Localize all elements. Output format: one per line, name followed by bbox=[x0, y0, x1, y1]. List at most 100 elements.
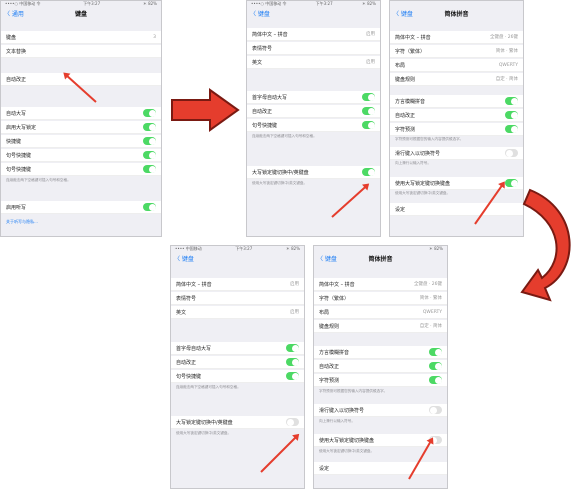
pointer-arrow bbox=[260, 434, 299, 473]
pinyin-row[interactable]: 简体中文 – 拼音 全键盘 · 26键 bbox=[314, 278, 447, 291]
toggle-switch[interactable] bbox=[429, 362, 442, 370]
caps-lock-row: 启用大写锁定 bbox=[1, 121, 161, 134]
toggle-switch[interactable] bbox=[143, 165, 156, 173]
nav-bar: 〈 通用 键盘 bbox=[1, 8, 161, 19]
auto-correct-row: 自动改正 bbox=[390, 109, 523, 122]
auto-correct-row: 自动改正 bbox=[247, 105, 380, 118]
phone-screen-keyboard-options-2: •••• 中国移动 下午3:27 ＊ 82% 〈 键盘 简体中文 – 拼音 启用 表情… bbox=[170, 245, 305, 489]
battery-label: ＊ 82% bbox=[142, 1, 157, 6]
rules-row[interactable]: 键盘规则 自定 · 简体 bbox=[314, 320, 447, 333]
footnote: 向上滑行以输入符号。 bbox=[319, 419, 355, 423]
footnote: 连续敲击两下空格键可插入句号和空格。 bbox=[252, 134, 317, 138]
settings-row[interactable]: 设定 bbox=[390, 203, 523, 216]
phone-screen-keyboard-options: ••••○ 中国移动 令下午3:27 ＊ 82% 〈 键盘 简体中文 – 拼音 启用… bbox=[246, 0, 381, 237]
fuzzy-row: 方言模糊拼音 bbox=[390, 95, 523, 108]
curved-arrow-icon bbox=[520, 188, 571, 302]
toggle-switch[interactable] bbox=[143, 203, 156, 211]
toggle-switch[interactable] bbox=[362, 168, 375, 176]
phone-screen-pinyin-settings-2: ＊ 82% 〈 键盘 简体拼音 简体中文 – 拼音 全键盘 · 26键 字符（繁体）… bbox=[313, 245, 448, 489]
back-button[interactable]: 〈 键盘 bbox=[250, 9, 270, 18]
pinyin-row[interactable]: 简体中文 – 拼音 启用 bbox=[247, 28, 380, 41]
dictation-row: 启用听写 bbox=[1, 201, 161, 214]
footnote: 连续敲击两下空格键可插入句号和空格。 bbox=[176, 385, 241, 389]
auto-cap-row: 首字母自动大写 bbox=[171, 342, 304, 355]
fuzzy-row: 方言模糊拼音 bbox=[314, 346, 447, 359]
emoji-row[interactable]: 表情符号 bbox=[247, 42, 380, 55]
toggle-switch[interactable] bbox=[429, 376, 442, 384]
arrow-right-icon bbox=[171, 88, 240, 132]
auto-correct-row: 自动改正 bbox=[171, 356, 304, 369]
pinyin-row[interactable]: 简体中文 – 拼音 启用 bbox=[171, 278, 304, 291]
status-bar: ••••○ 中国移动 令下午3:27 ＊ 82% bbox=[251, 1, 376, 6]
auto-correct-row: 自动改正 bbox=[1, 73, 161, 86]
auto-cap-row: 自动大写 bbox=[1, 107, 161, 120]
footnote: 使用大写锁定键切换中/英文键盘。 bbox=[176, 431, 232, 435]
page-title: 简体拼音 bbox=[444, 11, 469, 18]
settings-row[interactable]: 设定 bbox=[314, 462, 447, 475]
period-shortcut-row: 句号快捷键 bbox=[1, 163, 161, 176]
toggle-switch[interactable] bbox=[362, 121, 375, 129]
toggle-switch[interactable] bbox=[362, 93, 375, 101]
toggle-switch[interactable] bbox=[362, 107, 375, 115]
phone-screen-pinyin-settings: 〈 键盘 简体拼音 简体中文 – 拼音 全键盘 · 26键 字符（繁体） 简体 · 繁… bbox=[389, 0, 524, 237]
period-shortcut-row: 句号快捷键 bbox=[171, 370, 304, 383]
toggle-switch[interactable] bbox=[286, 418, 299, 426]
layout-row[interactable]: 布局 QWERTY bbox=[314, 306, 447, 319]
english-row[interactable]: 英文 启用 bbox=[171, 306, 304, 319]
toggle-switch[interactable] bbox=[286, 344, 299, 352]
pointer-arrow bbox=[331, 184, 369, 218]
toggle-switch[interactable] bbox=[143, 109, 156, 117]
footnote: 字符预测可根据您的输入内容提供候选字。 bbox=[395, 137, 464, 141]
page-title: 简体拼音 bbox=[368, 256, 393, 263]
nav-bar: 〈 键盘 简体拼音 bbox=[390, 8, 523, 19]
back-button[interactable]: 〈 键盘 bbox=[174, 254, 194, 263]
layout-row[interactable]: 布局 QWERTY bbox=[390, 59, 523, 72]
predictive-row: 句号快捷键 bbox=[1, 149, 161, 162]
swipe-row: 滑行键入以切换符号 bbox=[314, 404, 447, 417]
charset-row[interactable]: 字符（繁体） 简体 · 繁体 bbox=[314, 292, 447, 305]
toggle-switch[interactable] bbox=[429, 348, 442, 356]
toggle-switch[interactable] bbox=[505, 125, 518, 133]
emoji-row[interactable]: 表情符号 bbox=[171, 292, 304, 305]
phone-screen-keyboard-settings: ••••○ 中国移动 令下午3:27 ＊ 82% 〈 通用 键盘 键盘 3 文本替换 … bbox=[0, 0, 162, 237]
nav-bar: 〈 键盘 bbox=[171, 253, 304, 264]
toggle-switch[interactable] bbox=[143, 137, 156, 145]
auto-cap-row: 首字母自动大写 bbox=[247, 91, 380, 104]
charset-row[interactable]: 字符（繁体） 简体 · 繁体 bbox=[390, 45, 523, 58]
rules-row[interactable]: 键盘规则 自定 · 简体 bbox=[390, 73, 523, 86]
footnote: 连续敲击两下空格键可插入句号和空格。 bbox=[6, 178, 71, 182]
caps-lock-switch-row: 大写锁定键切换中/英键盘 bbox=[247, 166, 380, 179]
english-row[interactable]: 英文 启用 bbox=[247, 56, 380, 69]
footnote: 使用大写锁定键切换中/英文键盘。 bbox=[252, 181, 308, 185]
nav-bar: 〈 键盘 bbox=[247, 8, 380, 19]
dictation-privacy-link[interactable]: 关于听写与隐私… bbox=[6, 219, 38, 225]
status-bar: ••••○ 中国移动 令 下午3:27 ＊ 82% bbox=[1, 1, 161, 8]
clock-label: 下午3:27 bbox=[83, 1, 101, 6]
toggle-switch[interactable] bbox=[505, 149, 518, 157]
nav-bar: 〈 键盘 简体拼音 bbox=[314, 253, 447, 264]
pinyin-row[interactable]: 简体中文 – 拼音 全键盘 · 26键 bbox=[390, 31, 523, 44]
predict-row: 字符预测 bbox=[314, 374, 447, 387]
status-bar: ＊ 82% bbox=[428, 246, 443, 251]
toggle-switch[interactable] bbox=[505, 111, 518, 119]
toggle-switch[interactable] bbox=[143, 151, 156, 159]
predict-row: 字符预测 bbox=[390, 123, 523, 136]
toggle-switch[interactable] bbox=[286, 358, 299, 366]
caps-lock-switch-row: 大写锁定键切换中/英键盘 bbox=[171, 416, 304, 429]
page-title: 键盘 bbox=[74, 11, 87, 18]
toggle-switch[interactable] bbox=[286, 372, 299, 380]
footnote: 使用大写锁定键切换中/英文键盘。 bbox=[395, 191, 451, 195]
keyboards-row[interactable]: 键盘 3 bbox=[1, 31, 161, 44]
auto-correct-row: 自动改正 bbox=[314, 360, 447, 373]
shortcuts-row: 快捷键 bbox=[1, 135, 161, 148]
period-shortcut-row: 句号快捷键 bbox=[247, 119, 380, 132]
swipe-row: 滑行键入以切换符号 bbox=[390, 147, 523, 160]
footnote: 字符预测可根据您的输入内容提供候选字。 bbox=[319, 389, 388, 393]
carrier-label: ••••○ 中国移动 令 bbox=[5, 1, 41, 6]
status-bar: •••• 中国移动 下午3:27 ＊ 82% bbox=[175, 246, 300, 251]
text-replacement-row[interactable]: 文本替换 bbox=[1, 45, 161, 58]
toggle-switch[interactable] bbox=[429, 406, 442, 414]
toggle-switch[interactable] bbox=[505, 97, 518, 105]
toggle-switch[interactable] bbox=[143, 123, 156, 131]
footnote: 向上滑行以输入符号。 bbox=[395, 161, 431, 165]
